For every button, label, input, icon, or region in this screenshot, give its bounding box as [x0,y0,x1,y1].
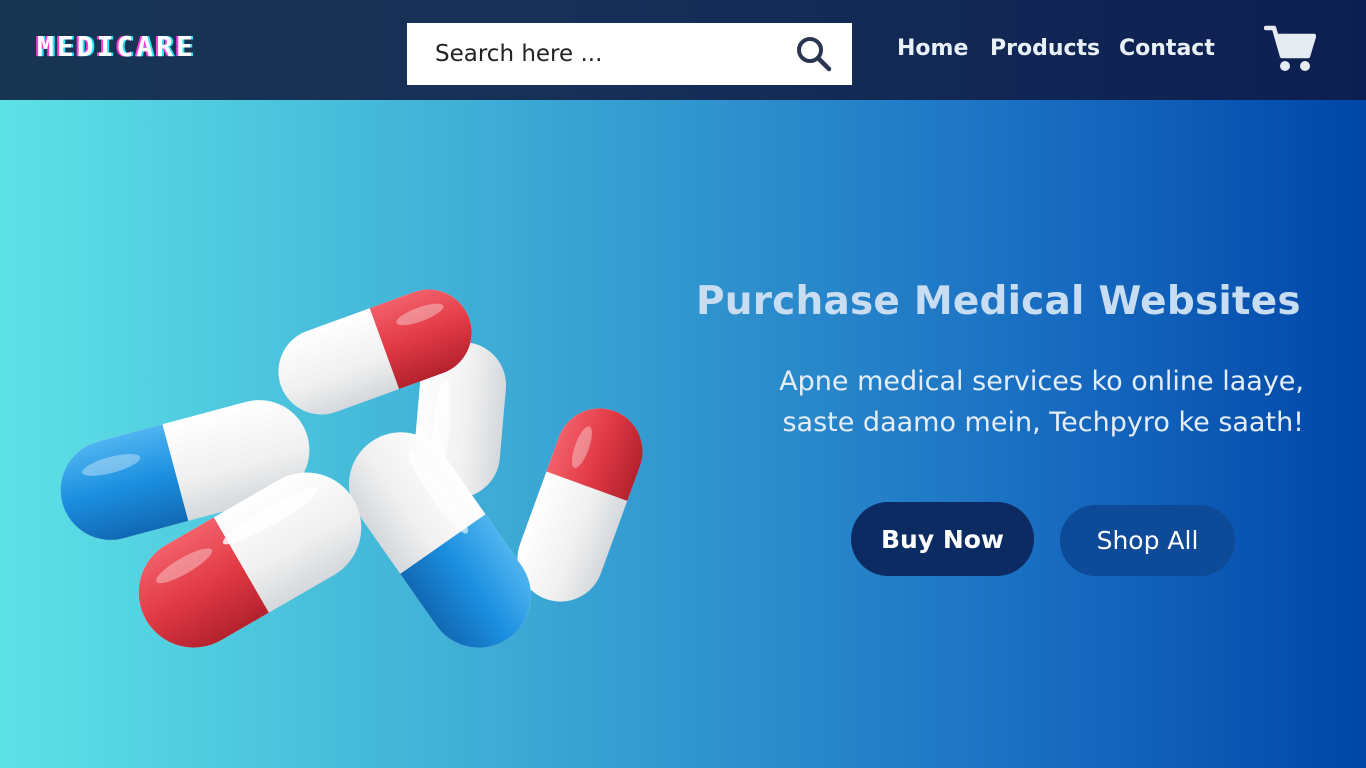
top-navbar: MEDICARE Home Products Contact [0,0,1366,100]
hero-subtitle-line-2: saste daamo mein, Techpyro ke saath! [782,407,1304,438]
nav-products-link[interactable]: Products [990,36,1100,61]
search-input[interactable] [407,23,787,85]
buy-now-button[interactable]: Buy Now [851,502,1034,576]
hero-subtitle-line-1: Apne medical services ko online laaye, [779,366,1304,397]
search-icon[interactable] [794,34,834,74]
capsule-pills-image [60,289,643,648]
brand-logo[interactable]: MEDICARE [37,30,196,63]
search-bar [407,23,852,85]
nav-home-link[interactable]: Home [897,36,968,61]
shop-all-button[interactable]: Shop All [1060,505,1235,576]
nav-contact-link[interactable]: Contact [1119,36,1215,61]
hero-title: Purchase Medical Websites [696,279,1301,324]
cart-icon[interactable] [1264,24,1316,74]
